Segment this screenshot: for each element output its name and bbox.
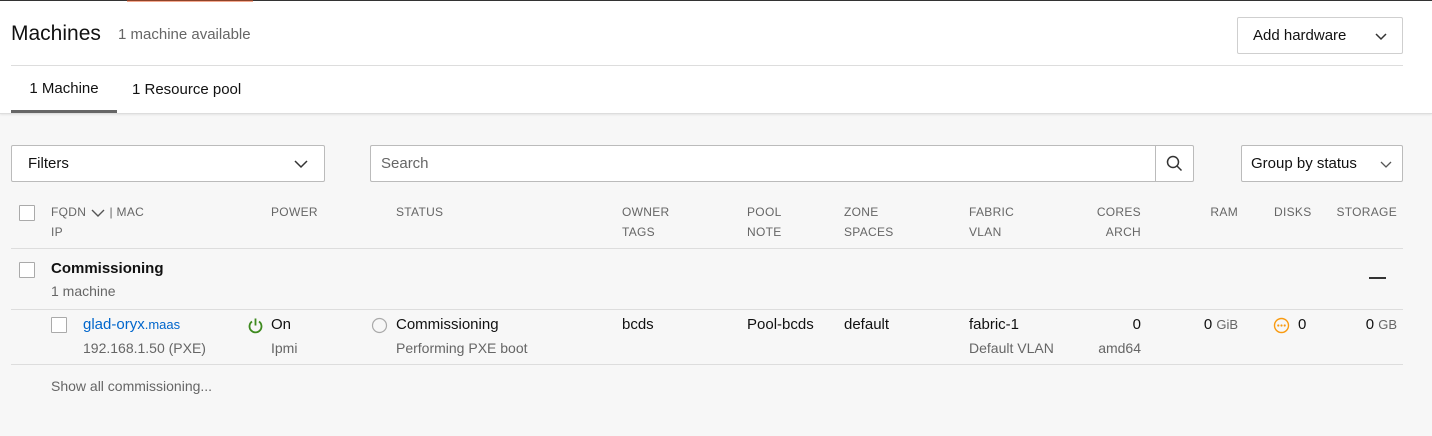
machine-checkbox[interactable] bbox=[51, 317, 67, 333]
page-header: Machines 1 machine available Add hardwar… bbox=[0, 0, 1432, 114]
filters-dropdown[interactable]: Filters bbox=[11, 145, 325, 182]
disks-warning-icon bbox=[1273, 317, 1290, 334]
mac-label: | MAC bbox=[109, 205, 145, 219]
search-button[interactable] bbox=[1155, 145, 1194, 182]
power-state: On bbox=[271, 316, 292, 333]
group-count: 1 machine bbox=[51, 283, 116, 299]
machine-arch: amd64 bbox=[1098, 340, 1141, 356]
column-header-fabric[interactable]: FABRIC bbox=[969, 202, 1014, 222]
search-icon bbox=[1166, 155, 1183, 172]
sort-chevron-icon[interactable] bbox=[91, 208, 105, 218]
machine-domain[interactable]: .maas bbox=[145, 317, 180, 332]
machine-disks: 0 bbox=[1298, 316, 1307, 333]
show-all-link[interactable]: Show all commissioning... bbox=[51, 378, 212, 394]
machine-hostname[interactable]: glad-oryx bbox=[83, 316, 145, 333]
column-header-storage[interactable]: STORAGE bbox=[1336, 202, 1397, 222]
column-header-arch[interactable]: ARCH bbox=[1106, 222, 1141, 242]
machine-fabric: fabric-1 bbox=[969, 316, 1020, 333]
ram-unit: GiB bbox=[1216, 317, 1238, 332]
column-header-owner[interactable]: OWNER bbox=[622, 202, 670, 222]
group-name: Commissioning bbox=[51, 260, 164, 277]
column-header-ram[interactable]: RAM bbox=[1210, 202, 1238, 222]
top-accent-bar bbox=[127, 0, 253, 2]
machine-vlan: Default VLAN bbox=[969, 340, 1054, 356]
machine-pool: Pool-bcds bbox=[747, 316, 814, 333]
column-header-fqdn[interactable]: FQDN | MAC bbox=[51, 202, 144, 222]
tab-machines[interactable]: 1 Machine bbox=[11, 66, 117, 113]
status-spinner-icon bbox=[371, 317, 388, 334]
column-header-status[interactable]: STATUS bbox=[396, 202, 443, 222]
chevron-down-icon bbox=[294, 160, 308, 169]
select-all-checkbox[interactable] bbox=[19, 205, 35, 221]
column-header-pool[interactable]: POOL bbox=[747, 202, 782, 222]
machine-ip: 192.168.1.50 (PXE) bbox=[83, 340, 206, 356]
machine-ram: 0 GiB bbox=[1204, 316, 1238, 333]
add-hardware-label: Add hardware bbox=[1253, 27, 1347, 44]
column-header-vlan[interactable]: VLAN bbox=[969, 222, 1002, 242]
column-header-ip[interactable]: IP bbox=[51, 222, 63, 242]
machine-zone: default bbox=[844, 316, 890, 333]
filters-label: Filters bbox=[28, 155, 69, 172]
add-hardware-button[interactable]: Add hardware bbox=[1237, 17, 1403, 54]
machine-row-divider bbox=[11, 364, 1403, 365]
search-input[interactable] bbox=[370, 145, 1156, 182]
column-header-disks[interactable]: DISKS bbox=[1274, 202, 1312, 222]
machine-storage: 0 GB bbox=[1366, 316, 1397, 333]
column-header-cores[interactable]: CORES bbox=[1097, 202, 1141, 222]
fqdn-label: FQDN bbox=[51, 205, 87, 219]
machine-count-subtitle: 1 machine available bbox=[118, 26, 251, 43]
column-header-tags[interactable]: TAGS bbox=[622, 222, 655, 242]
column-header-spaces[interactable]: SPACES bbox=[844, 222, 894, 242]
machine-status-detail: Performing PXE boot bbox=[396, 340, 528, 356]
storage-value: 0 bbox=[1365, 316, 1375, 333]
machine-owner: bcds bbox=[622, 316, 654, 333]
tab-resource-pools[interactable]: 1 Resource pool bbox=[132, 66, 241, 113]
power-on-icon[interactable] bbox=[247, 317, 264, 334]
machine-cores: 0 bbox=[1132, 316, 1141, 333]
header-row-divider bbox=[11, 248, 1403, 249]
group-checkbox[interactable] bbox=[19, 262, 35, 278]
column-header-zone[interactable]: ZONE bbox=[844, 202, 879, 222]
ram-value: 0 bbox=[1203, 316, 1213, 333]
storage-unit: GB bbox=[1378, 317, 1397, 332]
group-by-label: Group by status bbox=[1251, 155, 1357, 172]
machine-fqdn-link[interactable]: glad-oryx.maas bbox=[83, 316, 180, 333]
page-title: Machines bbox=[11, 22, 101, 45]
machine-status: Commissioning bbox=[396, 316, 499, 333]
chevron-down-icon bbox=[1375, 33, 1387, 41]
column-header-power[interactable]: POWER bbox=[271, 202, 318, 222]
power-type: Ipmi bbox=[271, 340, 298, 356]
column-header-note[interactable]: NOTE bbox=[747, 222, 782, 242]
group-by-select[interactable]: Group by status bbox=[1241, 145, 1403, 182]
collapse-group-button[interactable] bbox=[1369, 277, 1386, 279]
chevron-down-icon bbox=[1380, 161, 1392, 168]
group-row-divider bbox=[11, 309, 1403, 310]
